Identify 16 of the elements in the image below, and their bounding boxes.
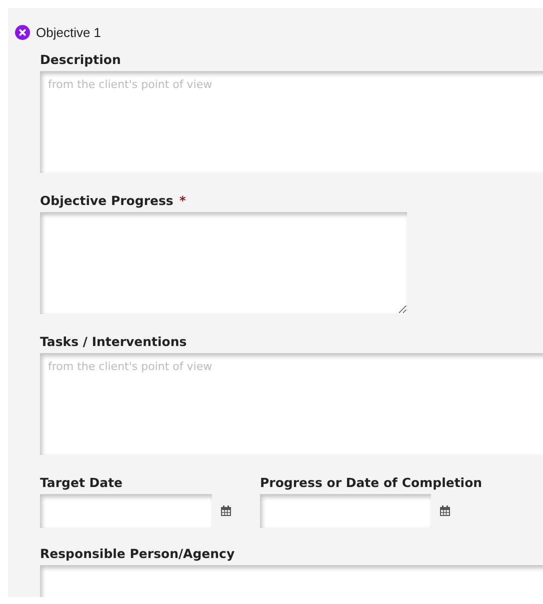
- field-label: Target Date: [40, 475, 124, 490]
- date-field[interactable]: [260, 494, 431, 528]
- date-field[interactable]: [40, 494, 212, 528]
- text-area[interactable]: from the client's point of view: [40, 353, 543, 455]
- field-label: Objective Progress *: [40, 193, 187, 208]
- calendar-icon[interactable]: [439, 505, 451, 517]
- text-area[interactable]: [40, 212, 407, 314]
- field-label: Tasks / Interventions: [40, 334, 188, 349]
- field-label: Responsible Person/Agency: [40, 546, 236, 561]
- close-icon[interactable]: [15, 24, 30, 40]
- field-label: Description: [40, 52, 122, 67]
- calendar-icon[interactable]: [220, 505, 232, 517]
- input-field[interactable]: [40, 565, 543, 597]
- text-area[interactable]: from the client's point of view: [40, 71, 543, 173]
- field-label: Progress or Date of Completion: [260, 475, 482, 490]
- objective-title: Objective 1: [36, 24, 102, 40]
